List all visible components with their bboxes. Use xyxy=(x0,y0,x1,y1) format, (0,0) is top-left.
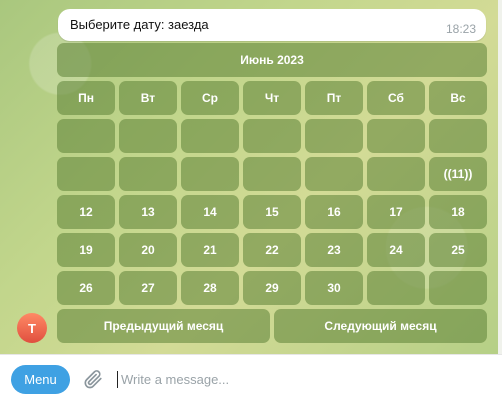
message-input[interactable] xyxy=(121,369,481,389)
day-button[interactable] xyxy=(57,157,115,191)
day-button[interactable]: 20 xyxy=(119,233,177,267)
day-button[interactable]: 30 xyxy=(305,271,363,305)
day-button[interactable] xyxy=(367,157,425,191)
chat-scroll-edge xyxy=(498,0,502,354)
day-button[interactable]: 23 xyxy=(305,233,363,267)
message-time: 18:23 xyxy=(445,22,476,36)
weekday-button[interactable]: Чт xyxy=(243,81,301,115)
day-button[interactable]: 26 xyxy=(57,271,115,305)
calendar-header-row: Июнь 2023 xyxy=(57,43,487,77)
day-button[interactable] xyxy=(119,119,177,153)
day-button[interactable] xyxy=(181,119,239,153)
day-button[interactable] xyxy=(243,157,301,191)
day-button[interactable]: 22 xyxy=(243,233,301,267)
month-nav-row: Предыдущий месяц Следующий месяц xyxy=(57,309,487,343)
day-button[interactable]: 25 xyxy=(429,233,487,267)
day-button[interactable]: 14 xyxy=(181,195,239,229)
week-row: 19 20 21 22 23 24 25 xyxy=(57,233,487,267)
day-button[interactable] xyxy=(243,119,301,153)
month-title-button[interactable]: Июнь 2023 xyxy=(57,43,487,77)
day-button[interactable] xyxy=(181,157,239,191)
previous-month-button[interactable]: Предыдущий месяц xyxy=(57,309,270,343)
menu-button[interactable]: Menu xyxy=(11,365,70,394)
week-row xyxy=(57,119,487,153)
paperclip-icon[interactable] xyxy=(82,368,104,390)
day-button[interactable] xyxy=(367,271,425,305)
weekday-button[interactable]: Пн xyxy=(57,81,115,115)
day-button[interactable] xyxy=(305,157,363,191)
composer-bar: Menu xyxy=(0,354,502,400)
day-button[interactable]: 21 xyxy=(181,233,239,267)
weekday-button[interactable]: Сб xyxy=(367,81,425,115)
weekday-button[interactable]: Вс xyxy=(429,81,487,115)
week-row: ((11)) xyxy=(57,157,487,191)
day-button[interactable] xyxy=(429,271,487,305)
next-month-button[interactable]: Следующий месяц xyxy=(274,309,487,343)
weekday-button[interactable]: Пт xyxy=(305,81,363,115)
day-button[interactable]: 19 xyxy=(57,233,115,267)
day-button[interactable] xyxy=(429,119,487,153)
day-button[interactable]: 28 xyxy=(181,271,239,305)
day-button-selected[interactable]: ((11)) xyxy=(429,157,487,191)
message-text: Выберите дату: заезда xyxy=(70,17,209,32)
day-button[interactable] xyxy=(367,119,425,153)
weekday-button[interactable]: Вт xyxy=(119,81,177,115)
avatar[interactable]: T xyxy=(17,313,47,343)
chat-area: Выберите дату: заезда 18:23 Июнь 2023 Пн… xyxy=(0,0,502,354)
day-button[interactable]: 13 xyxy=(119,195,177,229)
weekday-button[interactable]: Ср xyxy=(181,81,239,115)
day-button[interactable]: 29 xyxy=(243,271,301,305)
week-row: 12 13 14 15 16 17 18 xyxy=(57,195,487,229)
day-button[interactable]: 18 xyxy=(429,195,487,229)
day-button[interactable] xyxy=(305,119,363,153)
day-button[interactable]: 27 xyxy=(119,271,177,305)
message-input-wrap xyxy=(117,368,487,390)
day-button[interactable]: 12 xyxy=(57,195,115,229)
text-cursor xyxy=(117,371,118,388)
day-button[interactable]: 17 xyxy=(367,195,425,229)
day-button[interactable] xyxy=(119,157,177,191)
week-row: 26 27 28 29 30 xyxy=(57,271,487,305)
day-button[interactable]: 24 xyxy=(367,233,425,267)
weekday-row: Пн Вт Ср Чт Пт Сб Вс xyxy=(57,81,487,115)
day-button[interactable]: 15 xyxy=(243,195,301,229)
day-button[interactable] xyxy=(57,119,115,153)
day-button[interactable]: 16 xyxy=(305,195,363,229)
bot-message: Выберите дату: заезда 18:23 xyxy=(58,9,486,41)
